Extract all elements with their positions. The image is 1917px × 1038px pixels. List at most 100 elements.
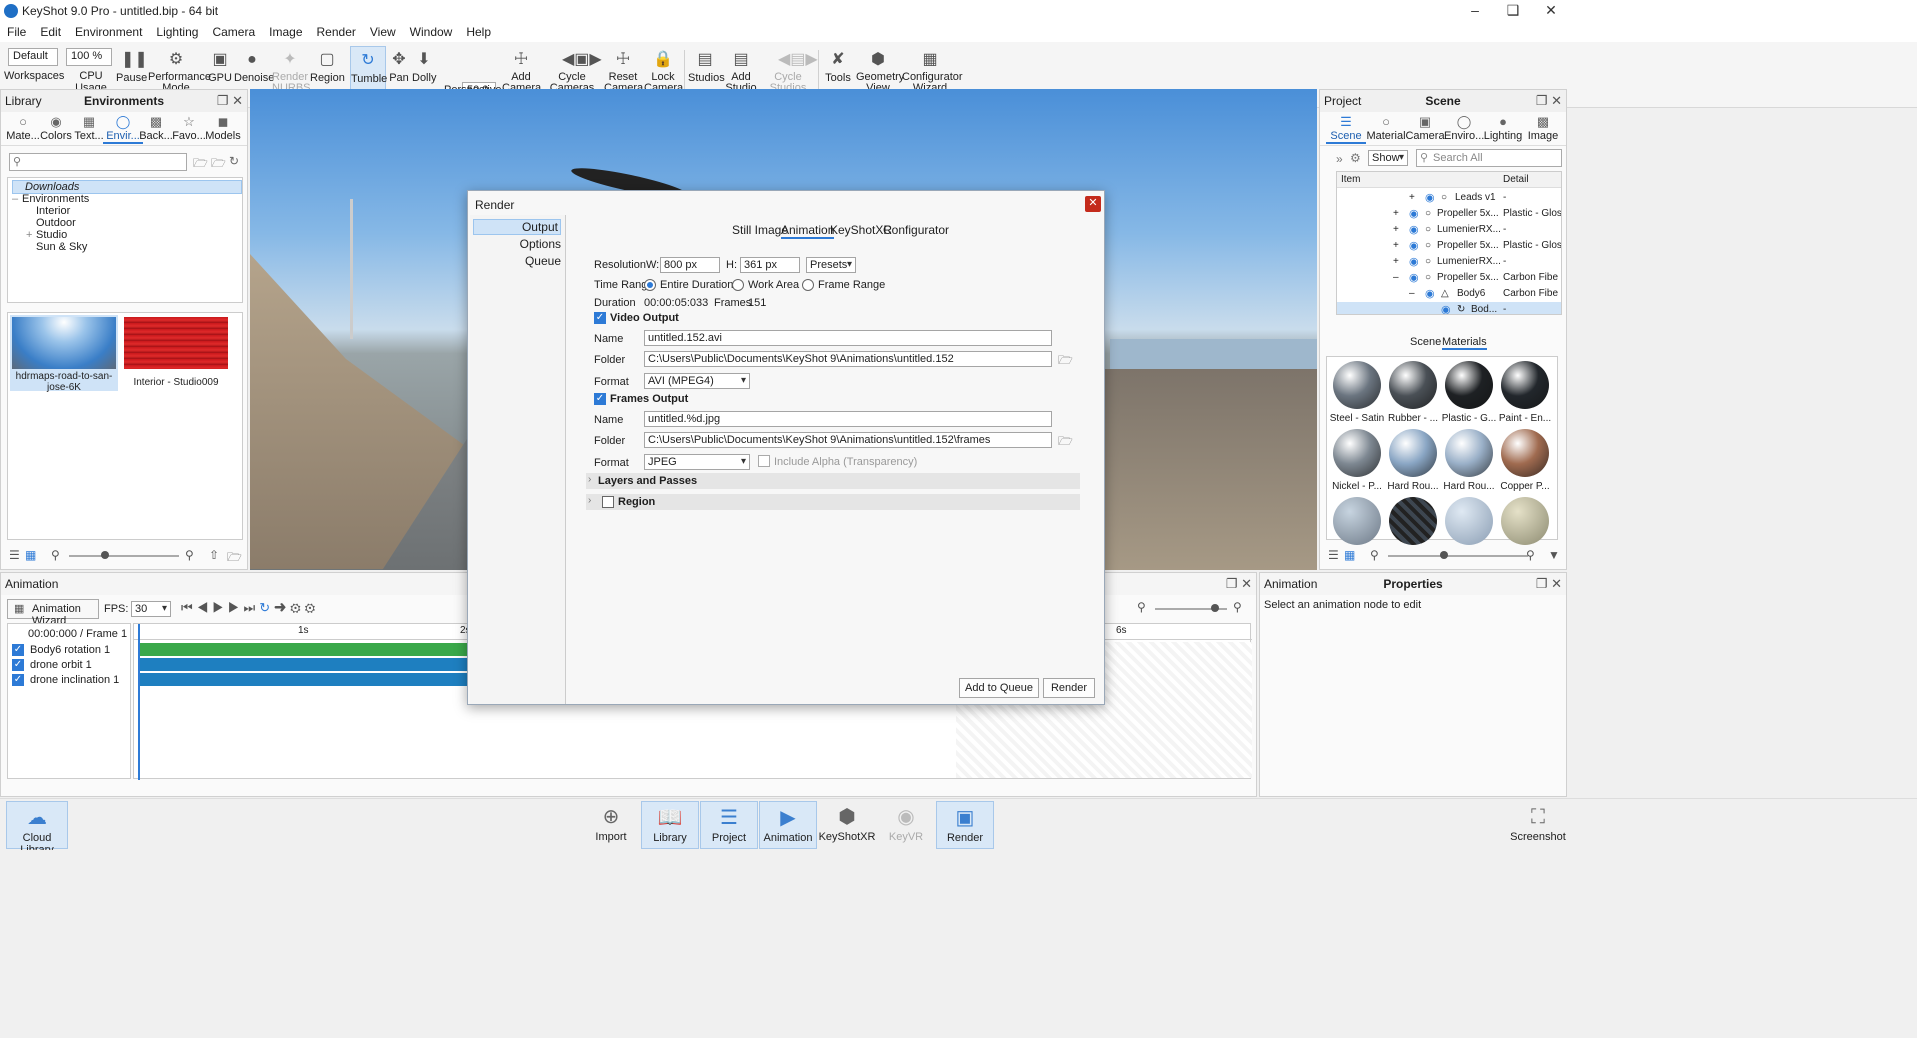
tab-environment[interactable]: ◯ Enviro... bbox=[1444, 112, 1484, 142]
list-view-icon[interactable]: ☰ bbox=[9, 548, 20, 562]
video-format-select[interactable]: AVI (MPEG4) bbox=[644, 373, 750, 389]
menu-help[interactable]: Help bbox=[459, 22, 498, 42]
material-ball-carbon-fiber[interactable] bbox=[1389, 497, 1437, 545]
skip-end-icon[interactable]: ⏭ bbox=[244, 600, 260, 615]
render-dock-button[interactable]: ▣ Render bbox=[936, 801, 994, 849]
track-drone-orbit[interactable]: ✓ drone orbit 1 bbox=[12, 659, 92, 672]
double-chevron-icon[interactable]: » bbox=[1336, 152, 1343, 166]
width-input[interactable]: 800 px bbox=[660, 257, 720, 273]
material-ball-hard-rough-1[interactable] bbox=[1389, 429, 1437, 477]
expand-icon[interactable]: + bbox=[1393, 238, 1399, 254]
zoom-in-icon[interactable]: ⚲ bbox=[1233, 600, 1242, 614]
material-ball-extra-3[interactable] bbox=[1501, 497, 1549, 545]
options-icon[interactable]: ⚙ bbox=[305, 600, 320, 615]
subtab-scene[interactable]: Scene bbox=[1410, 336, 1441, 348]
panel-window-buttons[interactable]: ❐ ✕ bbox=[217, 93, 243, 109]
library-search-input[interactable]: ⚲ bbox=[9, 153, 187, 171]
menu-camera[interactable]: Camera bbox=[205, 22, 262, 42]
show-select[interactable]: Show bbox=[1368, 150, 1408, 166]
material-ball-nickel[interactable] bbox=[1333, 429, 1381, 477]
thumb-hdrmaps[interactable]: hdrmaps-road-to-san- jose-6K bbox=[10, 315, 118, 393]
track-body6-rotation[interactable]: ✓ Body6 rotation 1 bbox=[12, 644, 110, 657]
dialog-close-button[interactable]: ✕ bbox=[1085, 196, 1101, 212]
skip-start-icon[interactable]: ⏮ bbox=[181, 600, 197, 615]
browse-folder-icon[interactable]: 🗁 bbox=[1058, 432, 1073, 453]
keyshotxr-button[interactable]: ⬢ KeyShotXR bbox=[818, 801, 876, 849]
presets-select[interactable]: Presets bbox=[806, 257, 856, 273]
track-bar-body6-rotation[interactable] bbox=[140, 643, 470, 656]
scene-row-lumenier-2[interactable]: + ◉ ○ LumenierRX... - bbox=[1337, 254, 1561, 270]
add-to-queue-button[interactable]: Add to Queue bbox=[959, 678, 1039, 698]
menu-render[interactable]: Render bbox=[310, 22, 363, 42]
material-ball-paint[interactable] bbox=[1501, 361, 1549, 409]
keyframe-icon[interactable]: ➜ bbox=[274, 600, 290, 615]
browse-folder-icon[interactable]: 🗁 bbox=[1058, 351, 1073, 372]
collapse-icon[interactable]: – bbox=[1409, 286, 1415, 302]
checkbox-checked-icon[interactable]: ✓ bbox=[12, 644, 24, 657]
slider-handle[interactable] bbox=[1440, 551, 1448, 559]
loop-icon[interactable]: ↻ bbox=[259, 600, 274, 615]
step-back-icon[interactable]: ◀ bbox=[197, 600, 213, 615]
frames-folder-input[interactable]: C:\Users\Public\Documents\KeyShot 9\Anim… bbox=[644, 432, 1052, 448]
thumbnail-size-slider[interactable] bbox=[69, 555, 179, 557]
menu-image[interactable]: Image bbox=[262, 22, 309, 42]
scene-row-leads[interactable]: + ◉ ○ Leads v1- bbox=[1337, 190, 1561, 206]
animation-button[interactable]: ▶ Animation bbox=[759, 801, 817, 849]
scene-row-propeller-1[interactable]: + ◉ ○ Propeller 5x... Plastic - Glos bbox=[1337, 206, 1561, 222]
expand-icon[interactable]: + bbox=[1393, 206, 1399, 222]
tree-sun-sky[interactable]: Sun & Sky bbox=[36, 241, 87, 253]
tab-lighting[interactable]: ● Lighting bbox=[1483, 112, 1523, 142]
project-button[interactable]: ☰ Project bbox=[700, 801, 758, 849]
eye-icon[interactable]: ◉ bbox=[1425, 190, 1435, 206]
keyvr-button[interactable]: ◉ KeyVR bbox=[877, 801, 935, 849]
workspace-select[interactable]: Default bbox=[8, 48, 58, 66]
panel-window-buttons[interactable]: ❐ ✕ bbox=[1226, 576, 1252, 592]
library-button[interactable]: 📖 Library bbox=[641, 801, 699, 849]
fps-select[interactable]: 30 bbox=[131, 601, 171, 617]
upload-icon[interactable]: ⇧ bbox=[209, 548, 219, 562]
tab-still-image[interactable]: Still Image bbox=[732, 223, 788, 237]
render-button[interactable]: Render bbox=[1043, 678, 1095, 698]
menu-view[interactable]: View bbox=[363, 22, 403, 42]
panel-window-buttons[interactable]: ❐ ✕ bbox=[1536, 576, 1562, 592]
column-detail[interactable]: Detail bbox=[1503, 174, 1529, 185]
tree-downloads[interactable]: Downloads bbox=[12, 180, 242, 194]
menu-edit[interactable]: Edit bbox=[33, 22, 68, 42]
play-icon[interactable]: ▶ bbox=[212, 600, 228, 615]
zoom-in-icon[interactable]: ⚲ bbox=[185, 548, 194, 562]
video-folder-input[interactable]: C:\Users\Public\Documents\KeyShot 9\Anim… bbox=[644, 351, 1052, 367]
eye-icon[interactable]: ◉ bbox=[1409, 254, 1419, 270]
frames-name-input[interactable]: untitled.%d.jpg bbox=[644, 411, 1052, 427]
tab-camera[interactable]: ▣ Camera bbox=[1405, 112, 1445, 142]
material-ball-extra-1[interactable] bbox=[1333, 497, 1381, 545]
material-ball-steel-satin[interactable] bbox=[1333, 361, 1381, 409]
region-section[interactable]: › Region bbox=[586, 494, 1080, 510]
list-view-icon[interactable]: ☰ bbox=[1328, 548, 1339, 562]
menu-lighting[interactable]: Lighting bbox=[149, 22, 205, 42]
eye-icon[interactable]: ◉ bbox=[1409, 222, 1419, 238]
zoom-in-icon[interactable]: ⚲ bbox=[1526, 548, 1535, 562]
import-button[interactable]: ⊕ Import bbox=[582, 801, 640, 849]
tab-image[interactable]: ▩ Image bbox=[1523, 112, 1563, 142]
checkbox-checked-icon[interactable]: ✓ bbox=[12, 674, 24, 687]
refresh-icon[interactable]: ↻ bbox=[229, 154, 239, 168]
expand-icon[interactable]: + bbox=[1393, 222, 1399, 238]
tab-configurator[interactable]: Configurator bbox=[883, 223, 949, 237]
video-name-input[interactable]: untitled.152.avi bbox=[644, 330, 1052, 346]
close-window-button[interactable]: ✕ bbox=[1528, 0, 1574, 22]
scene-row-lumenier-1[interactable]: + ◉ ○ LumenierRX... - bbox=[1337, 222, 1561, 238]
tab-scene[interactable]: ☰ Scene bbox=[1326, 112, 1366, 144]
zoom-out-icon[interactable]: ⚲ bbox=[51, 548, 60, 562]
eye-icon[interactable]: ◉ bbox=[1409, 270, 1419, 286]
tree-outdoor[interactable]: Outdoor bbox=[36, 217, 76, 229]
column-item[interactable]: Item bbox=[1341, 174, 1360, 185]
track-drone-inclination[interactable]: ✓ drone inclination 1 bbox=[12, 674, 119, 687]
height-input[interactable]: 361 px bbox=[740, 257, 800, 273]
material-ball-extra-2[interactable] bbox=[1445, 497, 1493, 545]
folder-remove-icon[interactable]: 🗁 bbox=[211, 154, 226, 175]
frames-format-select[interactable]: JPEG bbox=[644, 454, 750, 470]
step-forward-icon[interactable]: ▶ bbox=[228, 600, 244, 615]
video-output-checkbox[interactable]: ✓ bbox=[594, 312, 606, 324]
subtab-materials[interactable]: Materials bbox=[1442, 336, 1487, 350]
eye-icon[interactable]: ◉ bbox=[1425, 286, 1435, 302]
